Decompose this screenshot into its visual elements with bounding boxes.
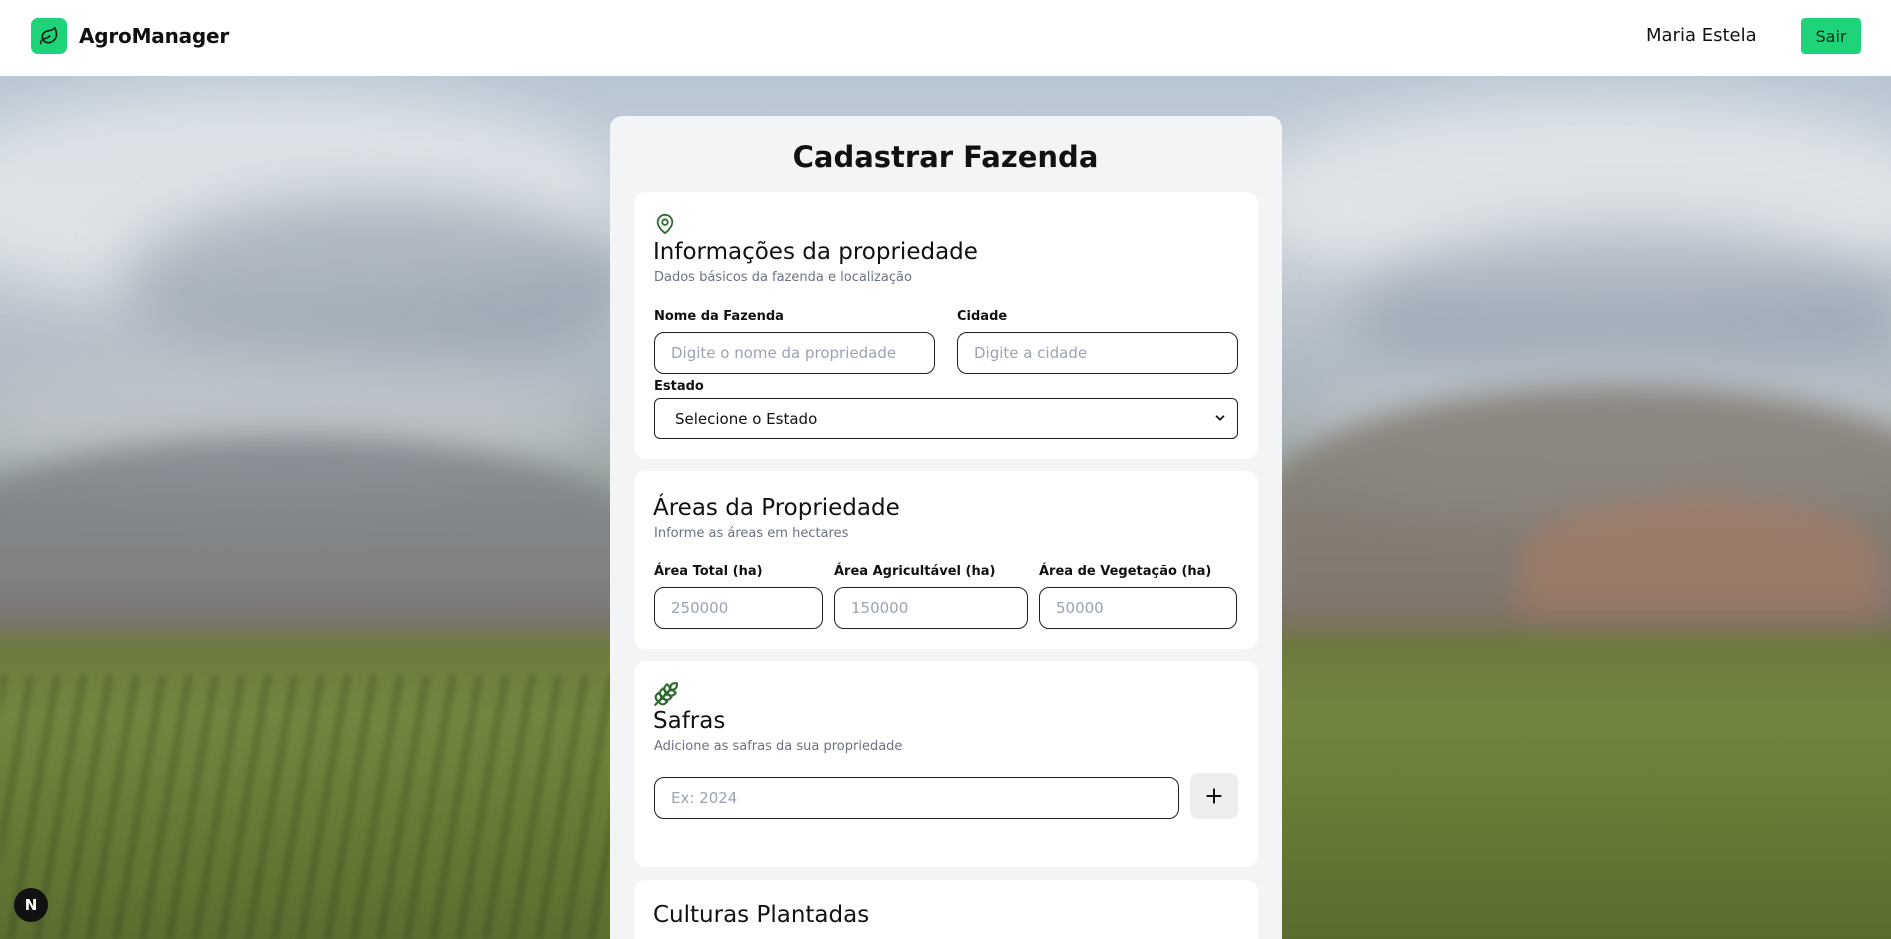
property-info-card: Informações da propriedade Dados básicos… [634, 192, 1258, 459]
harvests-card: Safras Adicione as safras da sua proprie… [634, 661, 1258, 867]
state-select-value: Selecione o Estado [675, 409, 818, 428]
total-area-label: Área Total (ha) [654, 564, 763, 579]
crops-card: Culturas Plantadas [634, 880, 1258, 939]
vegetation-area-label: Área de Vegetação (ha) [1039, 564, 1212, 579]
farm-name-input[interactable]: Digite o nome da propriedade [654, 332, 935, 374]
areas-title: Áreas da Propriedade [653, 495, 900, 521]
dev-tools-badge[interactable]: N [14, 888, 48, 922]
chevron-down-icon [1215, 415, 1225, 421]
user-name: Maria Estela [1646, 25, 1757, 46]
arable-area-input[interactable]: 150000 [834, 587, 1028, 629]
brand-name: AgroManager [79, 24, 230, 48]
vegetation-area-input[interactable]: 50000 [1039, 587, 1237, 629]
areas-card: Áreas da Propriedade Informe as áreas em… [634, 471, 1258, 649]
arable-area-label: Área Agricultável (ha) [834, 564, 996, 579]
plus-icon [1206, 788, 1222, 804]
harvest-year-input[interactable]: Ex: 2024 [654, 777, 1179, 819]
logo-badge [31, 18, 67, 54]
property-info-subtitle: Dados básicos da fazenda e localização [654, 270, 912, 285]
logout-button[interactable]: Sair [1801, 18, 1861, 54]
total-area-input[interactable]: 250000 [654, 587, 823, 629]
add-harvest-button[interactable] [1190, 773, 1238, 819]
areas-subtitle: Informe as áreas em hectares [654, 526, 849, 541]
city-label: Cidade [957, 309, 1008, 324]
state-label: Estado [654, 379, 704, 394]
state-select[interactable]: Selecione o Estado [654, 398, 1238, 439]
city-input[interactable]: Digite a cidade [957, 332, 1238, 374]
harvests-title: Safras [653, 708, 726, 734]
harvests-subtitle: Adicione as safras da sua propriedade [654, 739, 903, 754]
map-pin-icon [656, 213, 674, 235]
leaf-icon [39, 26, 58, 45]
wheat-icon [654, 682, 678, 706]
crops-title: Culturas Plantadas [653, 902, 870, 928]
property-info-title: Informações da propriedade [653, 239, 978, 265]
farm-name-label: Nome da Fazenda [654, 309, 784, 324]
top-header: AgroManager Maria Estela Sair [0, 0, 1891, 76]
